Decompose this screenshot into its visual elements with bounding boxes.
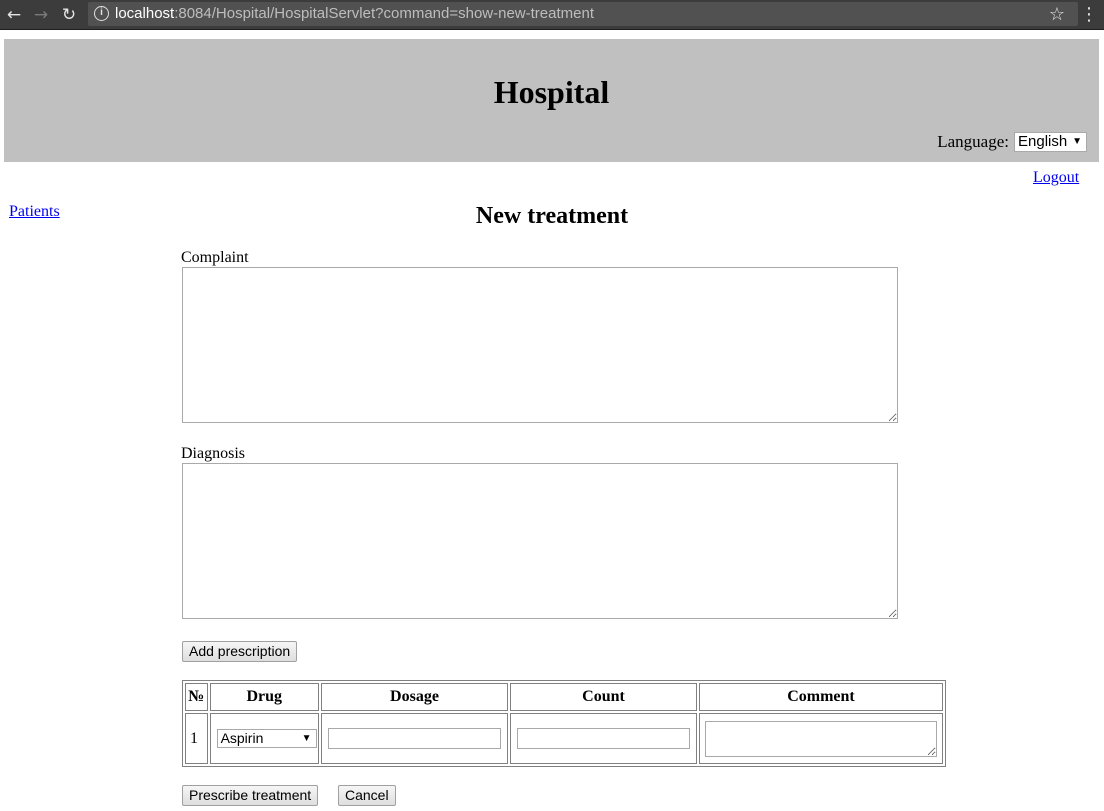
reload-icon[interactable]: ↻	[57, 3, 81, 27]
prescriptions-table: № Drug Dosage Count Comment 1 Aspirin ▼	[182, 680, 946, 767]
count-cell	[509, 713, 697, 764]
prescribe-treatment-button[interactable]: Prescribe treatment	[182, 785, 319, 806]
browser-menu-icon[interactable]: ⋮	[1080, 3, 1098, 27]
url-host: localhost	[115, 5, 175, 22]
drug-select[interactable]: Aspirin ▼	[216, 729, 317, 748]
table-row: 1 Aspirin ▼	[185, 713, 943, 764]
url-path: :8084/Hospital/HospitalServlet?command=s…	[174, 5, 594, 22]
bookmark-star-icon[interactable]: ☆	[1046, 3, 1068, 27]
address-bar[interactable]: i localhost:8084/Hospital/HospitalServle…	[88, 2, 1078, 26]
dosage-cell	[320, 713, 508, 764]
chevron-down-icon: ▼	[301, 733, 312, 744]
complaint-textarea[interactable]	[182, 267, 898, 423]
row-number: 1	[185, 713, 208, 764]
column-header-drug: Drug	[209, 683, 319, 711]
add-prescription-button[interactable]: Add prescription	[182, 641, 298, 662]
column-header-count: Count	[509, 683, 697, 711]
cancel-button[interactable]: Cancel	[338, 785, 396, 806]
table-header-row: № Drug Dosage Count Comment	[185, 683, 943, 711]
column-header-comment: Comment	[699, 683, 943, 711]
info-icon[interactable]: i	[94, 6, 109, 21]
diagnosis-textarea[interactable]	[182, 463, 898, 619]
language-select-value: English	[1018, 133, 1068, 150]
diagnosis-label: Diagnosis	[181, 445, 245, 462]
site-title: Hospital	[493, 74, 610, 110]
language-switcher: Language: English ▼	[937, 131, 1087, 153]
logout-link[interactable]: Logout	[1033, 169, 1079, 187]
chevron-down-icon: ▼	[1072, 136, 1082, 147]
count-input[interactable]	[516, 728, 690, 749]
site-header: Hospital Language: English ▼	[4, 39, 1099, 162]
url-text: localhost:8084/Hospital/HospitalServlet?…	[115, 2, 594, 26]
dosage-input[interactable]	[327, 728, 501, 749]
language-label: Language:	[937, 132, 1009, 151]
drug-cell: Aspirin ▼	[209, 713, 319, 764]
drug-select-value: Aspirin	[220, 730, 264, 746]
comment-textarea[interactable]	[705, 720, 937, 757]
column-header-number: №	[185, 683, 208, 711]
complaint-label: Complaint	[181, 249, 249, 266]
browser-toolbar: ← → ↻ i localhost:8084/Hospital/Hospital…	[0, 0, 1104, 30]
forward-arrow-icon[interactable]: →	[29, 3, 53, 27]
back-arrow-icon[interactable]: ←	[2, 3, 26, 27]
column-header-dosage: Dosage	[320, 683, 508, 711]
page-title: New treatment	[475, 203, 629, 229]
comment-cell	[699, 713, 943, 764]
language-select[interactable]: English ▼	[1014, 132, 1087, 152]
